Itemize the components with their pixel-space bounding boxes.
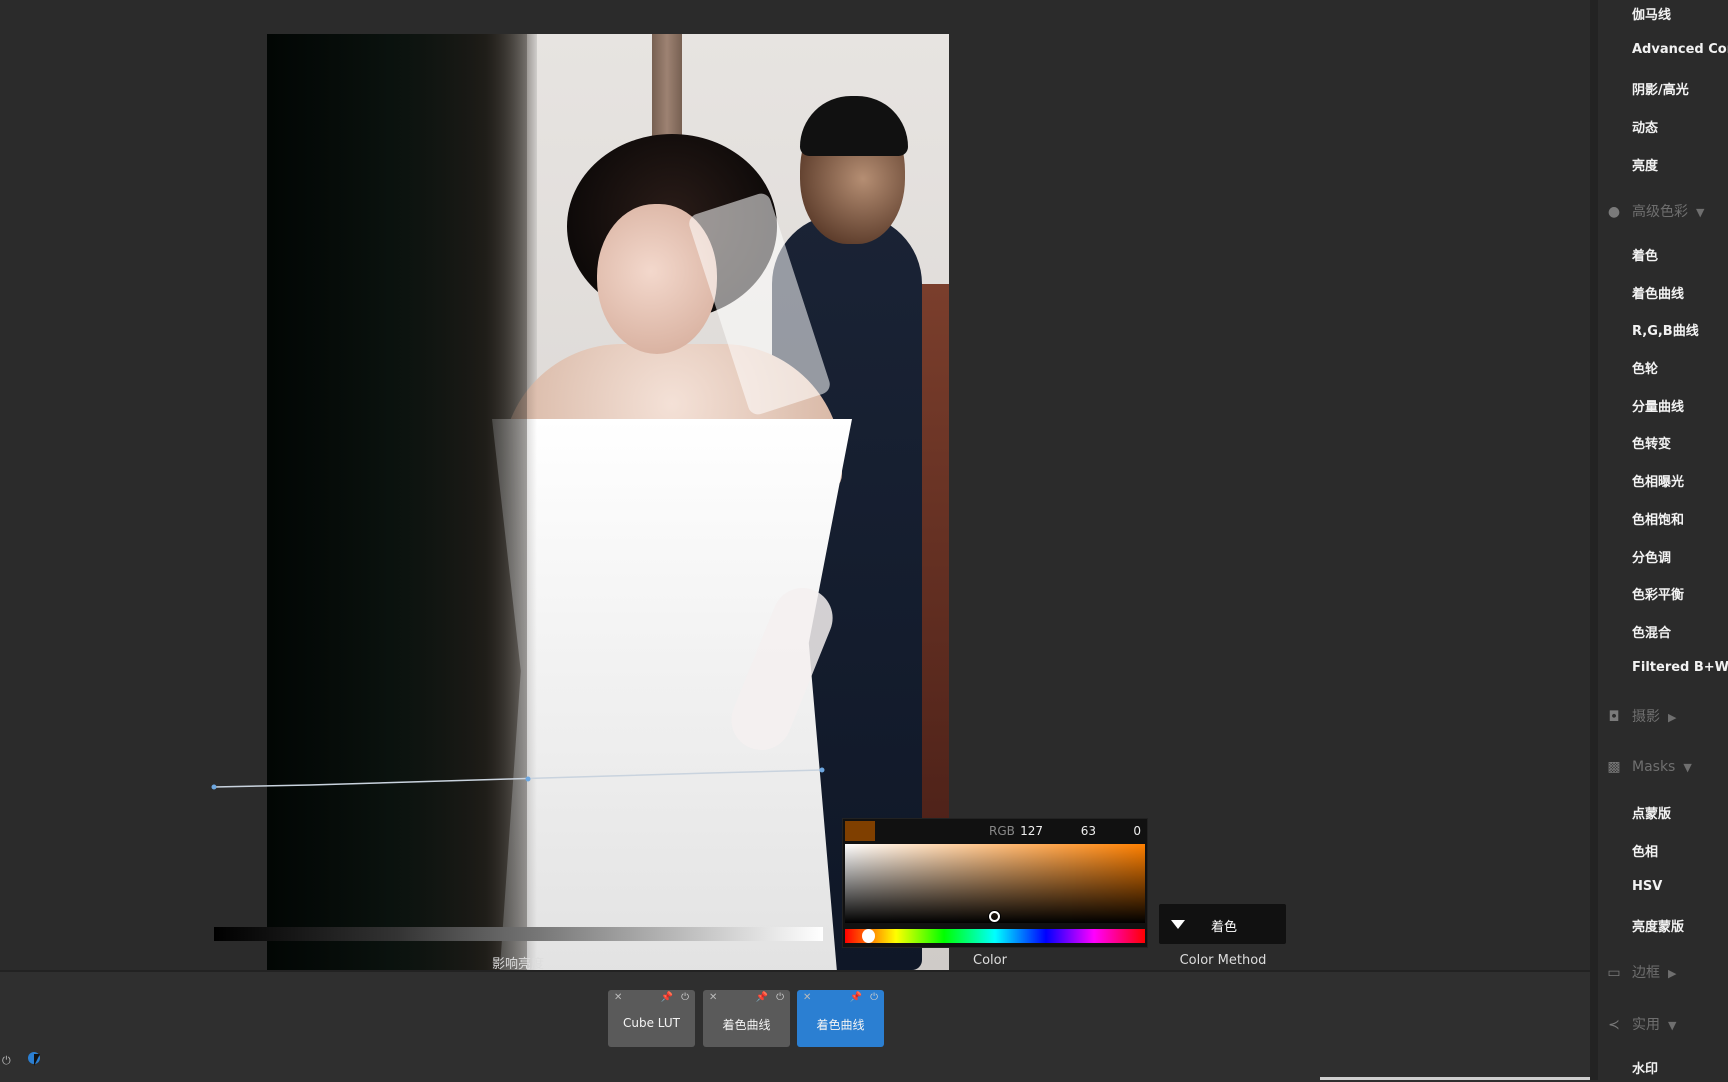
- pin-icon[interactable]: 📌: [661, 992, 673, 1003]
- layer-dock: [0, 970, 1590, 1082]
- sidebar-item-watermark[interactable]: 水印: [1632, 1058, 1658, 1077]
- camera-icon: ◘: [1608, 709, 1620, 725]
- sidebar-section-masks[interactable]: ▩ Masks ▼: [1606, 759, 1692, 775]
- power-icon[interactable]: ⏻: [2, 1054, 11, 1068]
- close-icon[interactable]: ✕: [614, 992, 622, 1003]
- pin-icon[interactable]: 📌: [756, 992, 768, 1003]
- sidebar-item-brightness[interactable]: 亮度: [1632, 155, 1658, 174]
- color-picker[interactable]: RGB 127 63 0: [842, 818, 1148, 948]
- rgb-b-value[interactable]: 0: [1111, 824, 1141, 838]
- hue-cursor[interactable]: [862, 929, 875, 943]
- sidebar-item-color-shift[interactable]: 色转变: [1632, 433, 1671, 452]
- section-label: 实用: [1632, 1017, 1660, 1033]
- layer-name: 着色曲线: [722, 1018, 771, 1032]
- chevron-right-icon: ▶: [1668, 967, 1677, 980]
- chevron-down-icon: ▼: [1668, 1019, 1677, 1032]
- mask-icon: ▩: [1607, 759, 1621, 775]
- sidebar-item-dynamic[interactable]: 动态: [1632, 117, 1658, 136]
- mouse-cursor-icon: [34, 1054, 40, 1066]
- layer-card-2[interactable]: ✕ 📌 ⏻ 着色曲线: [703, 990, 790, 1047]
- power-icon[interactable]: ⏻: [870, 992, 878, 1003]
- rgb-label: RGB: [989, 824, 1015, 838]
- layer-name: 着色曲线: [816, 1018, 865, 1032]
- section-label: 边框: [1632, 965, 1660, 981]
- layer-card-1[interactable]: ✕ 📌 ⏻ Cube LUT: [608, 990, 695, 1047]
- rgb-g-value[interactable]: 63: [1066, 824, 1096, 838]
- color-method-dropdown[interactable]: 着色: [1159, 904, 1286, 944]
- color-swatch: [845, 821, 875, 841]
- photo-blur-edge: [267, 34, 527, 970]
- color-palette-icon: ●: [1607, 204, 1621, 220]
- dropdown-triangle-icon: [1171, 920, 1185, 929]
- curve-line[interactable]: [213, 769, 823, 788]
- luminance-curve[interactable]: [210, 760, 830, 790]
- rgb-r-value[interactable]: 127: [1013, 824, 1043, 838]
- sidebar-section-advanced-color[interactable]: ● 高级色彩 ▼: [1606, 201, 1705, 221]
- sidebar-item-luminance-mask[interactable]: 亮度蒙版: [1632, 916, 1684, 935]
- sidebar-item-hue-exposure[interactable]: 色相曝光: [1632, 471, 1684, 490]
- sidebar-item-color-balance[interactable]: 色彩平衡: [1632, 584, 1684, 603]
- sidebar-section-photography[interactable]: ◘ 摄影 ▶: [1606, 706, 1676, 726]
- sidebar-item-advanced-contrast[interactable]: Advanced Contrast: [1632, 42, 1728, 57]
- section-label: Masks: [1632, 759, 1676, 775]
- chevron-down-icon: ▼: [1696, 206, 1705, 219]
- luminance-gradient-bar: [214, 927, 823, 941]
- sidebar-item-colorize-curve[interactable]: 着色曲线: [1632, 283, 1684, 302]
- sidebar-item-point-mask[interactable]: 点蒙版: [1632, 803, 1671, 822]
- sidebar-item-shadows-highlights[interactable]: 阴影/高光: [1632, 79, 1689, 98]
- sidebar-item-split-tone[interactable]: 分色调: [1632, 547, 1671, 566]
- tools-sidebar: 伽马线 Advanced Contrast 阴影/高光 动态 亮度 ● 高级色彩 ▼…: [1590, 0, 1728, 1080]
- frame-icon: ▭: [1607, 965, 1621, 981]
- chevron-right-icon: ▶: [1668, 711, 1677, 724]
- sidebar-item-hue-mask[interactable]: 色相: [1632, 841, 1658, 860]
- sidebar-item-component-curves[interactable]: 分量曲线: [1632, 396, 1684, 415]
- sidebar-item-color-mix[interactable]: 色混合: [1632, 622, 1671, 641]
- sidebar-item-color-wheel[interactable]: 色轮: [1632, 358, 1658, 377]
- share-icon: ≺: [1608, 1017, 1620, 1033]
- curve-point-mid[interactable]: [525, 776, 531, 782]
- pin-icon[interactable]: 📌: [850, 992, 862, 1003]
- sidebar-item-filtered-bw[interactable]: Filtered B+W: [1632, 660, 1728, 675]
- curve-point-end[interactable]: [819, 767, 825, 773]
- sidebar-section-utilities[interactable]: ≺ 实用 ▼: [1606, 1014, 1676, 1034]
- close-icon[interactable]: ✕: [709, 992, 717, 1003]
- power-icon[interactable]: ⏻: [681, 992, 689, 1003]
- layer-card-3[interactable]: ✕ 📌 ⏻ 着色曲线: [797, 990, 884, 1047]
- sidebar-item-gamma[interactable]: 伽马线: [1632, 4, 1671, 23]
- chevron-down-icon: ▼: [1683, 761, 1692, 774]
- sidebar-section-border[interactable]: ▭ 边框 ▶: [1606, 962, 1676, 982]
- sidebar-item-rgb-curves[interactable]: R,G,B曲线: [1632, 320, 1699, 339]
- power-icon[interactable]: ⏻: [776, 992, 784, 1003]
- section-label: 摄影: [1632, 709, 1660, 725]
- section-label: 高级色彩: [1632, 204, 1688, 220]
- layer-name: Cube LUT: [623, 1016, 680, 1030]
- color-method-label: Color Method: [1179, 953, 1267, 968]
- sidebar-item-hsv-mask[interactable]: HSV: [1632, 879, 1662, 894]
- sidebar-item-hue-saturation[interactable]: 色相饱和: [1632, 509, 1684, 528]
- sv-cursor[interactable]: [989, 911, 1000, 922]
- top-bar: [0, 0, 1590, 30]
- close-icon[interactable]: ✕: [803, 992, 811, 1003]
- sidebar-item-colorize[interactable]: 着色: [1632, 245, 1658, 264]
- curve-point-start[interactable]: [211, 784, 217, 790]
- color-method-value: 着色: [1211, 920, 1238, 935]
- color-label: Color: [973, 953, 1007, 968]
- hue-slider[interactable]: [845, 929, 1145, 943]
